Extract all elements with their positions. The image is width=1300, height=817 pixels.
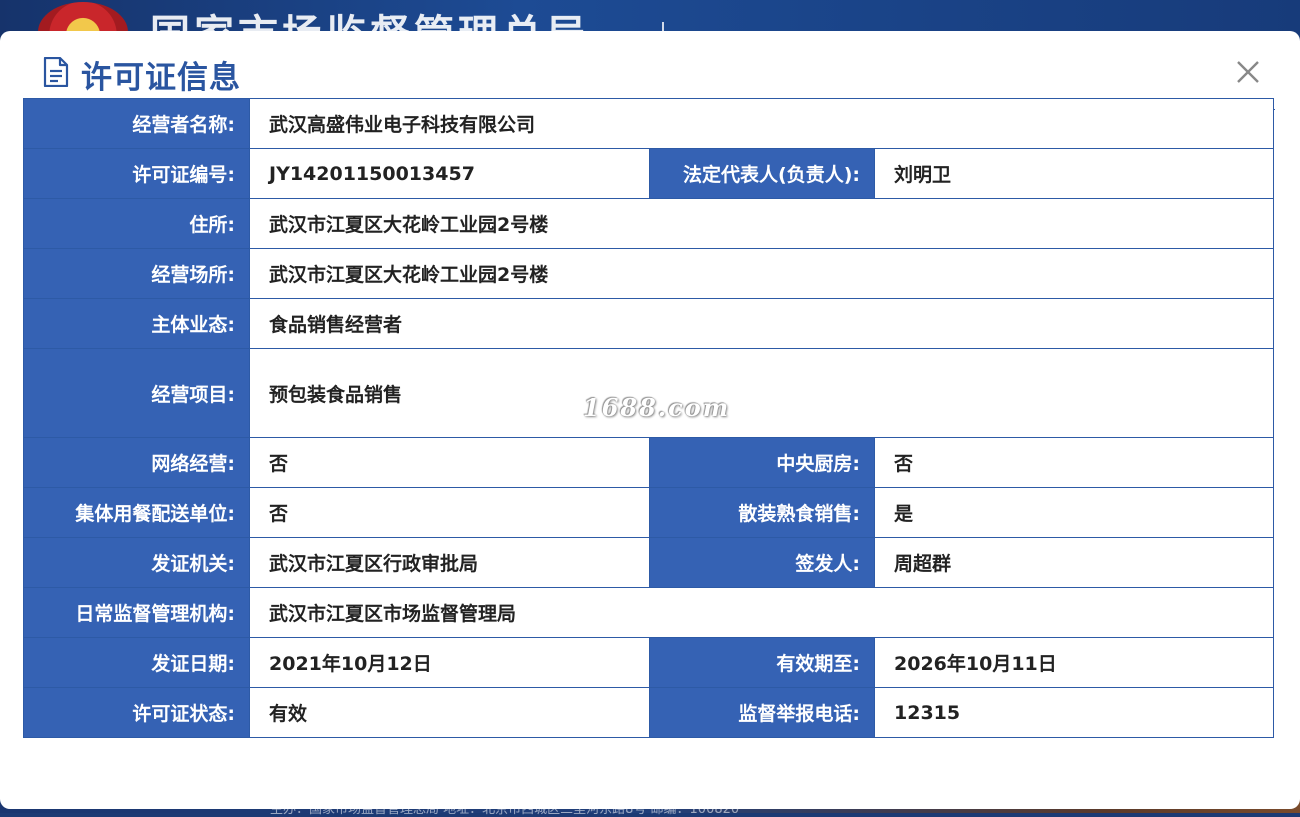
bulk-cooked-food-value: 是 xyxy=(873,487,1275,538)
table-row: 网络经营: 否 中央厨房: 否 xyxy=(23,437,1275,488)
central-kitchen-label: 中央厨房: xyxy=(649,437,875,488)
issuing-authority-label: 发证机关: xyxy=(23,537,250,588)
license-no-label: 许可证编号: xyxy=(23,148,250,199)
online-business-label: 网络经营: xyxy=(23,437,250,488)
supervising-agency-value: 武汉市江夏区市场监督管理局 xyxy=(248,587,1275,638)
modal-title: 许可证信息 xyxy=(81,60,241,96)
license-status-value: 有效 xyxy=(249,687,650,738)
valid-until-label: 有效期至: xyxy=(649,637,875,688)
table-row: 经营场所: 武汉市江夏区大花岭工业园2号楼 xyxy=(23,248,1275,299)
table-row: 许可证编号: JY14201150013457 法定代表人(负责人): 刘明卫 xyxy=(23,148,1275,199)
business-items-label: 经营项目: xyxy=(23,348,250,438)
operator-name-label: 经营者名称: xyxy=(23,98,250,149)
close-icon[interactable] xyxy=(1233,57,1263,87)
residence-value: 武汉市江夏区大花岭工业园2号楼 xyxy=(248,198,1275,249)
group-catering-value: 否 xyxy=(249,487,650,538)
valid-until-value: 2026年10月11日 xyxy=(873,637,1275,688)
business-place-label: 经营场所: xyxy=(23,248,250,299)
supervising-agency-label: 日常监督管理机构: xyxy=(23,587,250,638)
residence-label: 住所: xyxy=(23,198,250,249)
license-status-label: 许可证状态: xyxy=(23,687,250,738)
table-row: 发证日期: 2021年10月12日 有效期至: 2026年10月11日 xyxy=(23,637,1275,688)
table-row: 住所: 武汉市江夏区大花岭工业园2号楼 xyxy=(23,198,1275,249)
issue-date-value: 2021年10月12日 xyxy=(249,637,650,688)
issuing-authority-value: 武汉市江夏区行政审批局 xyxy=(249,537,650,588)
legal-rep-value: 刘明卫 xyxy=(873,148,1275,199)
central-kitchen-value: 否 xyxy=(873,437,1275,488)
report-phone-value: 12315 xyxy=(873,687,1275,738)
legal-rep-label: 法定代表人(负责人): xyxy=(649,148,875,199)
watermark-text: 1688.com xyxy=(583,393,731,422)
business-place-value: 武汉市江夏区大花岭工业园2号楼 xyxy=(248,248,1275,299)
issuer-value: 周超群 xyxy=(873,537,1275,588)
entity-type-value: 食品销售经营者 xyxy=(248,298,1275,349)
entity-type-label: 主体业态: xyxy=(23,298,250,349)
report-phone-label: 监督举报电话: xyxy=(649,687,875,738)
document-icon xyxy=(43,57,69,87)
group-catering-label: 集体用餐配送单位: xyxy=(23,487,250,538)
table-row: 许可证状态: 有效 监督举报电话: 12315 xyxy=(23,687,1275,738)
business-items-value: 预包装食品销售 xyxy=(248,348,1275,438)
table-row: 经营者名称: 武汉高盛伟业电子科技有限公司 xyxy=(23,98,1275,149)
table-row: 主体业态: 食品销售经营者 xyxy=(23,298,1275,349)
table-row: 发证机关: 武汉市江夏区行政审批局 签发人: 周超群 xyxy=(23,537,1275,588)
bulk-cooked-food-label: 散装熟食销售: xyxy=(649,487,875,538)
license-no-value: JY14201150013457 xyxy=(249,148,650,199)
table-row: 日常监督管理机构: 武汉市江夏区市场监督管理局 xyxy=(23,587,1275,638)
issue-date-label: 发证日期: xyxy=(23,637,250,688)
issuer-label: 签发人: xyxy=(649,537,875,588)
operator-name-value: 武汉高盛伟业电子科技有限公司 xyxy=(248,98,1275,149)
table-row: 集体用餐配送单位: 否 散装熟食销售: 是 xyxy=(23,487,1275,538)
online-business-value: 否 xyxy=(249,437,650,488)
